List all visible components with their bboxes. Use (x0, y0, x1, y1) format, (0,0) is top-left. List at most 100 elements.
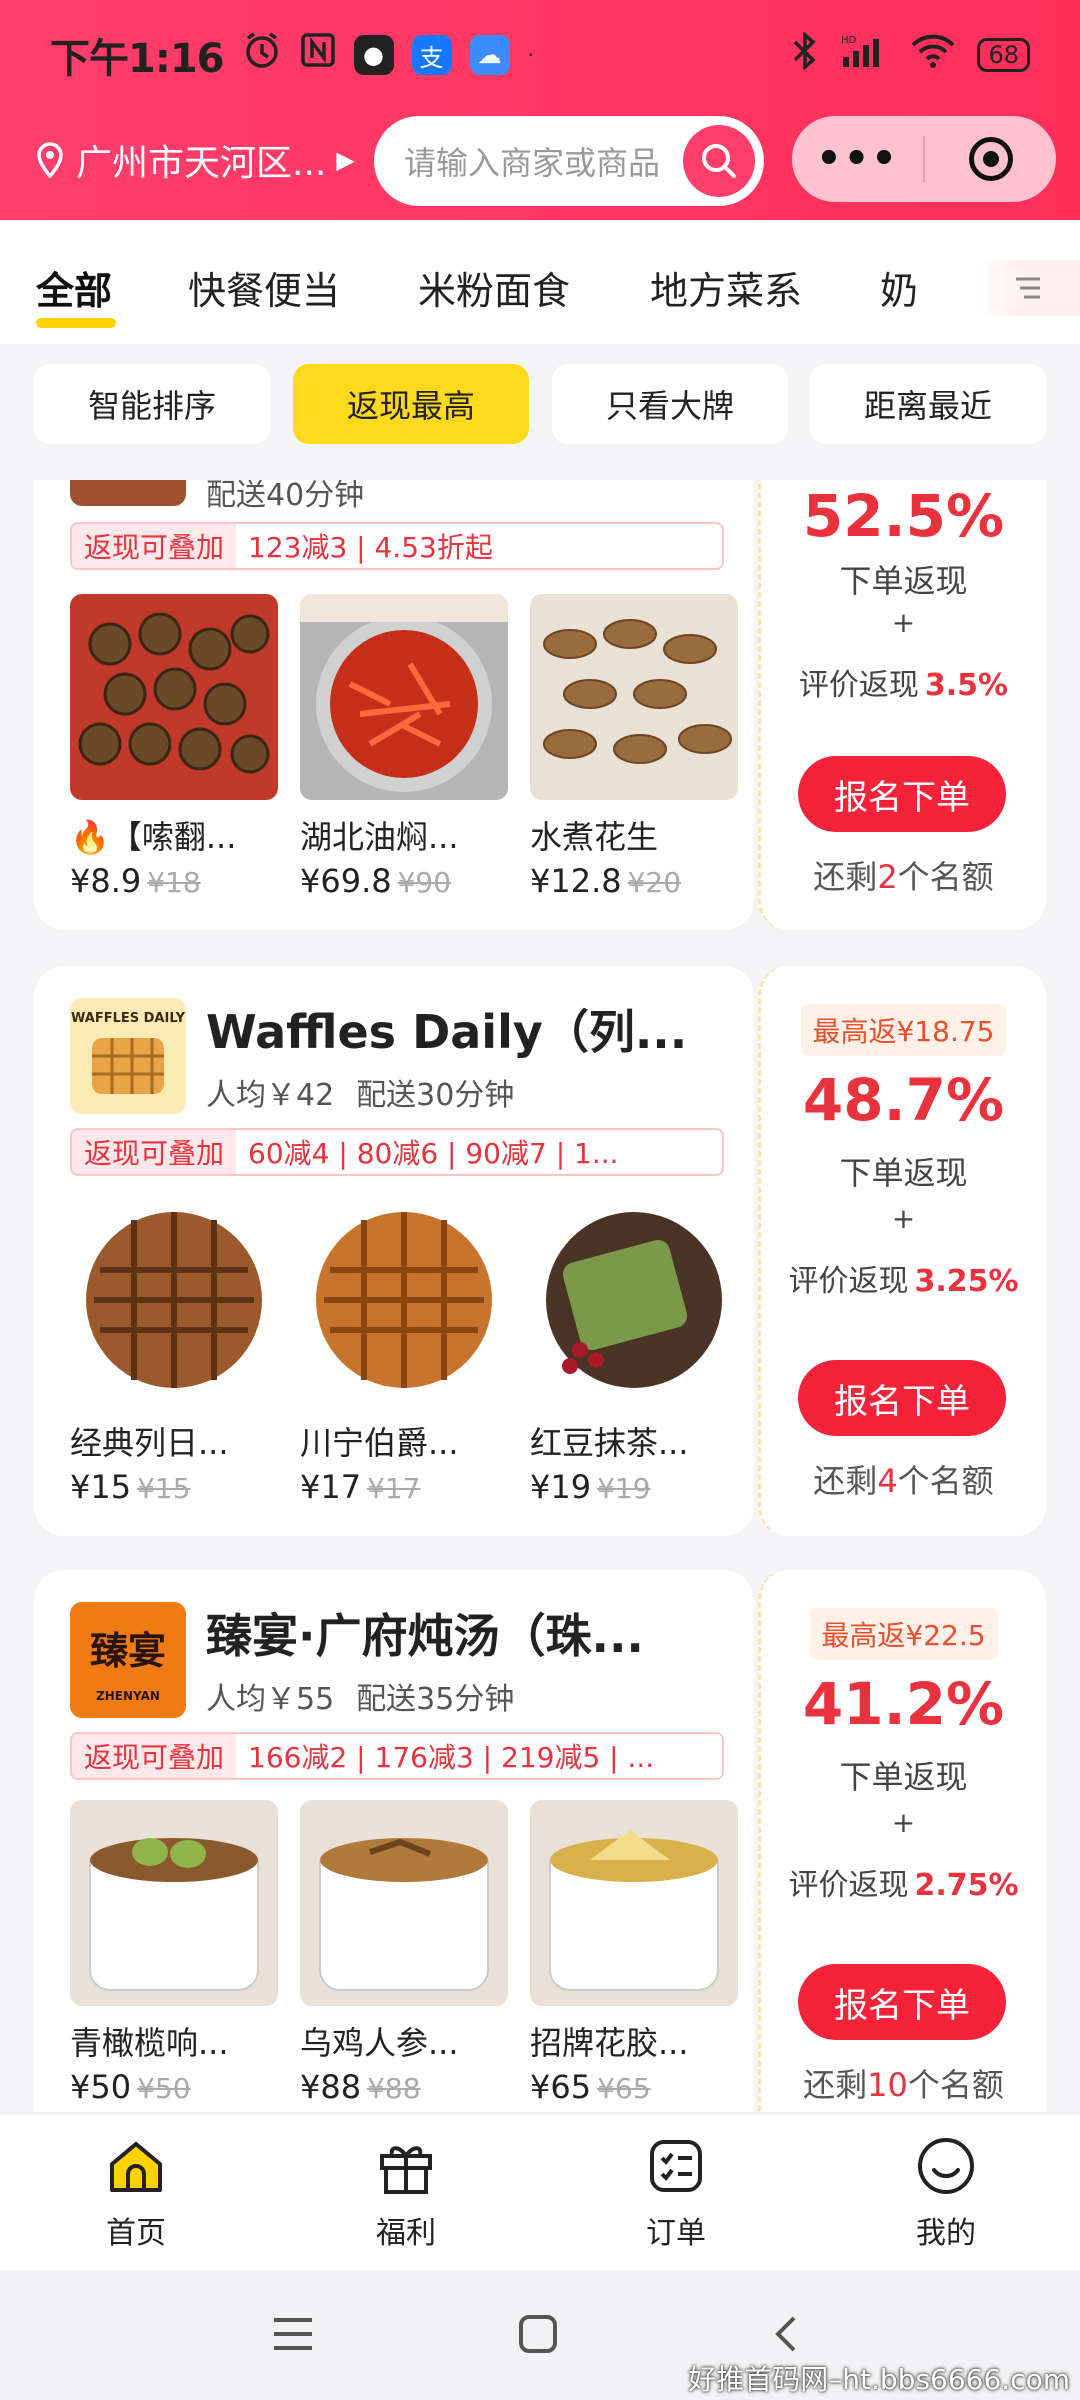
product-price: ¥15 ¥15 (70, 1468, 191, 1506)
promo-text: 60减4 | 80减6 | 90减7 | 1... (248, 1137, 619, 1170)
promo-text: 166减2 | 176减3 | 219减5 | ... (248, 1741, 655, 1774)
cashback-label: 下单返现 (839, 1154, 968, 1192)
cashback-rate: 41.2% (802, 1670, 1005, 1738)
tab-orders[interactable]: 订单 (606, 2134, 746, 2252)
product-price: ¥17 ¥17 (300, 1468, 421, 1506)
tab-home[interactable]: 首页 (66, 2134, 206, 2252)
product-name: 招牌花胶... (530, 2024, 689, 2062)
tab-label: 福利 (376, 2216, 436, 2251)
order-list-icon (650, 2140, 702, 2192)
location-pin-icon (37, 142, 63, 178)
product-item[interactable]: 水煮花生 ¥12.8 ¥20 (530, 594, 738, 900)
promo-tag: 返现可叠加 (72, 1130, 237, 1174)
sort-brands-only[interactable]: 只看大牌 (552, 364, 788, 444)
product-image (530, 594, 738, 800)
max-return-badge: 最高返¥22.5 (809, 1608, 998, 1660)
promo-bar: 返现可叠加 166减2 | 176减3 | 219减5 | ... (70, 1732, 724, 1780)
svg-text:HD: HD (841, 35, 857, 46)
store-name[interactable]: Waffles Daily（列... (206, 996, 687, 1062)
battery-indicator: 68 (977, 38, 1030, 72)
signup-order-button[interactable]: 报名下单 (798, 1964, 1006, 2040)
product-image (300, 1800, 508, 2006)
plus-sign: + (891, 1806, 916, 1839)
product-name: 🔥【嗦翻... (70, 818, 237, 856)
sort-smart[interactable]: 智能排序 (34, 364, 270, 444)
list-menu-icon (1016, 277, 1040, 299)
product-item[interactable]: 青橄榄响... ¥50 ¥50 (70, 1800, 278, 2106)
signup-order-button[interactable]: 报名下单 (798, 1360, 1006, 1436)
product-item[interactable]: 红豆抹茶... ¥19 ¥19 (530, 1200, 738, 1506)
store-name[interactable]: 臻宴·广府炖汤（珠... (206, 1600, 644, 1666)
product-image (70, 1800, 278, 2006)
search-icon (702, 144, 736, 178)
promo-tag: 返现可叠加 (72, 524, 237, 568)
product-item[interactable]: 🔥【嗦翻... ¥8.9 ¥18 (70, 594, 278, 900)
home-nav-button[interactable] (518, 2314, 558, 2358)
cellular-signal-icon: HD (841, 33, 889, 78)
tab-label: 订单 (646, 2216, 706, 2251)
product-price: ¥65 ¥65 (530, 2068, 651, 2106)
cloud-icon: ☁ (469, 35, 510, 75)
search-button[interactable] (683, 125, 755, 197)
sort-nearest[interactable]: 距离最近 (810, 364, 1046, 444)
avg-price: 人均￥42 (206, 1078, 335, 1113)
sort-highest-cashback[interactable]: 返现最高 (293, 364, 529, 444)
plus-sign: + (891, 606, 916, 639)
remaining-slots: 还剩4个名额 (813, 1462, 994, 1500)
promo-text: 123减3 | 4.53折起 (248, 531, 493, 564)
product-name: 湖北油焖... (300, 818, 459, 856)
recent-apps-button[interactable] (272, 2314, 314, 2358)
product-item[interactable]: 川宁伯爵... ¥17 ¥17 (300, 1200, 508, 1506)
tab-milk-tea[interactable]: 奶 (880, 260, 918, 315)
store-list[interactable]: 配送40分钟 返现可叠加 123减3 | 4.53折起 🔥【嗦翻... ¥8.9… (0, 480, 1080, 2112)
product-item[interactable]: 湖北油焖... ¥69.8 ¥90 (300, 594, 508, 900)
menu-lines-icon (274, 2318, 312, 2350)
alarm-icon (242, 30, 282, 80)
tab-label: 我的 (916, 2216, 976, 2251)
product-item[interactable]: 招牌花胶... ¥65 ¥65 (530, 1800, 738, 2106)
tab-all[interactable]: 全部 (36, 260, 112, 315)
cashback-panel: 最高返¥18.75 48.7% 下单返现 + 评价返现 3.25% 报名下单 还剩… (758, 966, 1046, 1536)
category-menu-button[interactable] (976, 260, 1080, 316)
search-input[interactable]: 请输入商家或商品 (374, 116, 764, 206)
tab-benefits[interactable]: 福利 (336, 2134, 476, 2252)
product-image (70, 1200, 278, 1406)
category-tabs: 全部 快餐便当 米粉面食 地方菜系 奶 (0, 220, 1080, 344)
gift-icon (380, 2146, 432, 2194)
product-item[interactable]: 经典列日... ¥15 ¥15 (70, 1200, 278, 1506)
tab-regional-cuisine[interactable]: 地方菜系 (650, 260, 802, 315)
product-price: ¥8.9 ¥18 (70, 862, 201, 900)
review-cashback: 评价返现 2.75% (788, 1868, 1019, 1903)
cashback-panel: 最高返¥22.5 41.2% 下单返现 + 评价返现 2.75% 报名下单 还剩1… (758, 1570, 1046, 2112)
location-selector[interactable]: 广州市天河区... ▶ (36, 134, 355, 186)
tab-fast-food[interactable]: 快餐便当 (188, 260, 340, 315)
product-price: ¥12.8 ¥20 (530, 862, 682, 900)
signup-order-button[interactable]: 报名下单 (798, 756, 1006, 832)
product-item[interactable]: 乌鸡人参... ¥88 ¥88 (300, 1800, 508, 2106)
store-info-panel: 配送40分钟 返现可叠加 123减3 | 4.53折起 🔥【嗦翻... ¥8.9… (34, 480, 754, 930)
svg-text:臻宴: 臻宴 (90, 1629, 166, 1673)
max-return-badge: 最高返¥18.75 (800, 1004, 1007, 1056)
watermark-text: 好推首码网–ht.bbs6666.com (688, 2363, 1070, 2396)
delivery-time: 配送40分钟 (206, 480, 365, 513)
tab-profile[interactable]: 我的 (876, 2134, 1016, 2252)
more-options-button[interactable]: ••• (792, 136, 923, 182)
store-card[interactable]: 配送40分钟 返现可叠加 123减3 | 4.53折起 🔥【嗦翻... ¥8.9… (34, 480, 1046, 930)
avg-price: 人均￥55 (206, 1682, 335, 1717)
close-miniprogram-button[interactable] (925, 137, 1056, 181)
app-notification-icon: ● (353, 35, 394, 75)
product-name: 红豆抹茶... (530, 1424, 689, 1462)
tab-noodles[interactable]: 米粉面食 (418, 260, 570, 315)
active-tab-underline (36, 318, 116, 328)
promo-bar: 返现可叠加 60减4 | 80减6 | 90减7 | 1... (70, 1128, 724, 1176)
tab-label: 首页 (106, 2216, 166, 2251)
store-info-panel: 臻宴 ZHENYAN 臻宴·广府炖汤（珠... 人均￥55 配送35分钟 返现可叠加… (34, 1570, 754, 2112)
back-nav-button[interactable] (772, 2314, 800, 2358)
product-name: 水煮花生 (530, 818, 659, 856)
store-card[interactable]: WAFFLES DAILY Waffles Daily（列... 人均￥42 配送… (34, 966, 1046, 1536)
product-name: 青橄榄响... (70, 2024, 229, 2062)
store-card[interactable]: 臻宴 ZHENYAN 臻宴·广府炖汤（珠... 人均￥55 配送35分钟 返现可叠加… (34, 1570, 1046, 2112)
dot-icon: · (527, 43, 534, 67)
bottom-tab-bar: 首页 福利 订单 我的 (0, 2112, 1080, 2270)
svg-text:WAFFLES DAILY: WAFFLES DAILY (71, 1011, 186, 1026)
